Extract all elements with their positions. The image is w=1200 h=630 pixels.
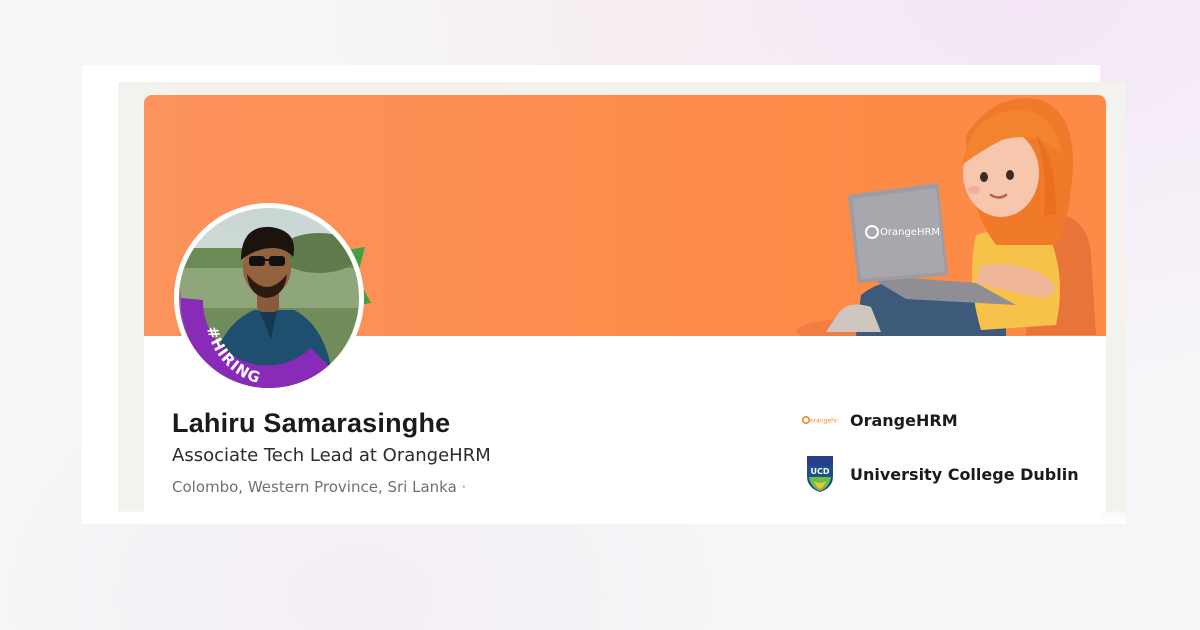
orangehrm-logo-icon: orangehrm — [802, 410, 838, 430]
orangehrm-logo-text: orangehrm — [810, 418, 838, 425]
org-orangehrm[interactable]: orangehrm OrangeHRM — [802, 410, 958, 430]
laptop-brand-text: OrangeHRM — [880, 227, 940, 238]
profile-name: Lahiru Samarasinghe — [172, 408, 451, 438]
profile-card: OrangeHRM #HIRING Lahiru Samarasinghe As… — [144, 95, 1106, 512]
profile-location: Colombo, Western Province, Sri Lanka · — [172, 478, 467, 496]
location-fade — [454, 475, 494, 499]
org-name-ucd: University College Dublin — [850, 464, 1079, 484]
avatar-photo[interactable]: #HIRING — [179, 208, 359, 388]
ucd-logo-text: UCD — [810, 467, 829, 476]
profile-headline: Associate Tech Lead at OrangeHRM — [172, 445, 491, 466]
profile-avatar: #HIRING — [174, 203, 371, 393]
org-name-orangehrm: OrangeHRM — [850, 410, 958, 430]
ucd-crest-icon: UCD — [802, 454, 838, 494]
bottom-fade — [82, 508, 1126, 524]
avatar-image: #HIRING — [179, 208, 359, 388]
org-ucd[interactable]: UCD University College Dublin — [802, 454, 1079, 494]
banner-illustration: OrangeHRM — [796, 98, 1096, 336]
